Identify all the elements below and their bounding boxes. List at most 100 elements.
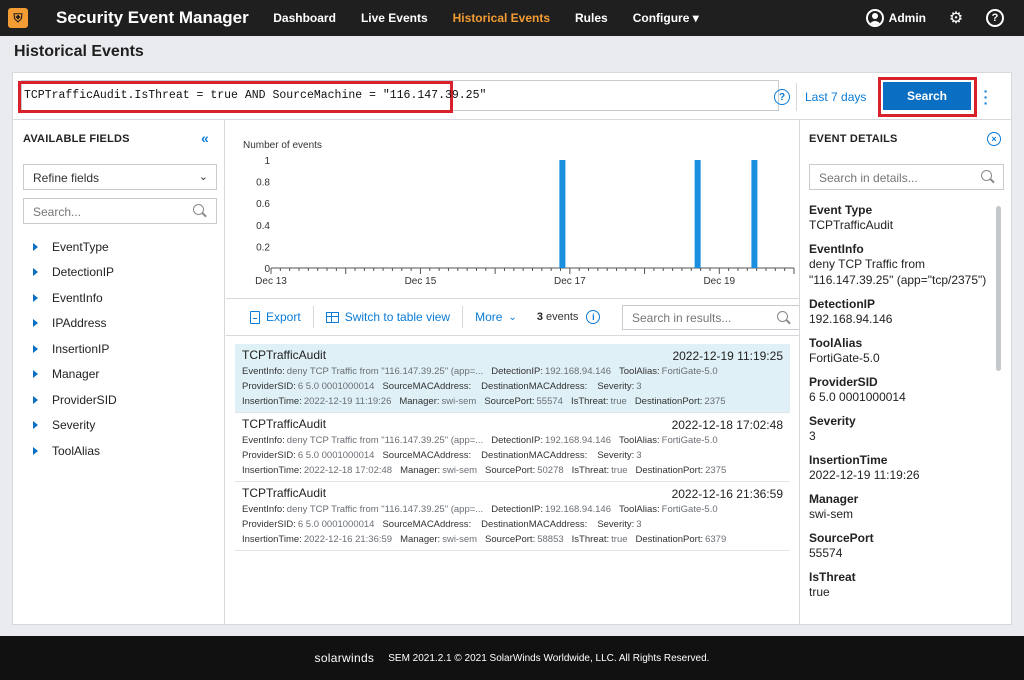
event-summary-line: ProviderSID: 6 5.0 0001000014 SourceMACAdd… (242, 519, 783, 530)
field-label: IPAddress (52, 316, 107, 331)
detail-key: Manager (809, 492, 859, 506)
page-title: Historical Events (14, 43, 144, 60)
settings-gear-icon[interactable]: ⚙ (946, 8, 966, 28)
event-field-label: InsertionTime: (242, 465, 302, 476)
details-scrollbar[interactable] (996, 206, 1001, 371)
field-item-insertionip[interactable]: InsertionIP (33, 336, 117, 362)
field-item-providersid[interactable]: ProviderSID (33, 387, 117, 413)
field-label: Severity (52, 418, 96, 433)
detail-item: Event Type TCPTrafficAudit (809, 203, 989, 233)
detail-value: 3 (809, 429, 816, 443)
event-field-value: 2022-12-19 11:19:26 (303, 396, 392, 407)
results-search-placeholder: Search in results... (632, 311, 732, 325)
copyright-text: SEM 2021.2.1 © 2021 SolarWinds Worldwide… (388, 652, 710, 664)
event-timestamp: 2022-12-16 21:36:59 (671, 487, 783, 501)
top-navigation-bar: ⛨ Security Event Manager Dashboard Live … (0, 0, 1024, 36)
event-details-heading: EVENT DETAILS (809, 133, 898, 145)
event-field-value: FortiGate-5.0 (661, 435, 718, 446)
more-options-kebab-icon[interactable]: · · · (982, 84, 990, 110)
detail-item: SourcePort 55574 (809, 531, 989, 561)
more-dropdown[interactable]: More ⌄ (475, 310, 517, 324)
export-document-icon (250, 310, 260, 324)
detail-value: true (809, 585, 830, 599)
y-tick-label: 0.8 (256, 178, 270, 189)
event-field-label: ToolAlias: (619, 435, 660, 446)
event-row[interactable]: TCPTrafficAudit 2022-12-18 17:02:48 EventI… (235, 413, 790, 482)
nav-dashboard[interactable]: Dashboard (261, 11, 349, 25)
event-timestamp: 2022-12-18 17:02:48 (671, 418, 783, 432)
event-details-list: Event Type TCPTrafficAudit EventInfo deny T… (809, 203, 989, 609)
app-logo[interactable]: ⛨ (0, 0, 36, 36)
detail-key: Severity (809, 414, 856, 428)
event-count-value: 3 (536, 311, 543, 323)
y-tick-label: 0.4 (256, 221, 270, 232)
y-tick-label: 0.2 (256, 242, 270, 253)
field-item-eventtype[interactable]: EventType (33, 234, 117, 260)
event-field-value: 3 (636, 381, 642, 392)
field-item-toolalias[interactable]: ToolAlias (33, 438, 117, 464)
detail-item: InsertionTime 2022-12-19 11:19:26 (809, 453, 989, 483)
nav-live-events[interactable]: Live Events (348, 11, 440, 25)
y-tick-label: 1 (264, 156, 270, 167)
x-tick-label: Dec 15 (405, 276, 437, 287)
detail-item: EventInfo deny TCP Traffic from "116.147.… (809, 242, 989, 288)
user-menu[interactable]: Admin (865, 9, 926, 27)
search-icon (777, 311, 791, 325)
event-summary-line: InsertionTime: 2022-12-16 21:36:59 Manager… (242, 534, 783, 545)
event-field-value: true (611, 534, 628, 545)
results-search-input[interactable]: Search in results... (622, 305, 800, 330)
query-help-icon[interactable]: ? (774, 89, 790, 105)
field-item-eventinfo[interactable]: EventInfo (33, 285, 117, 311)
event-field-value: 2022-12-18 17:02:48 (303, 465, 393, 476)
help-icon[interactable]: ? (985, 8, 1005, 28)
info-icon[interactable]: i (586, 310, 601, 324)
events-histogram[interactable]: Number of events 1 0.8 0.6 0.4 0.2 0 Dec 13 Dec… (226, 120, 799, 298)
collapse-panel-icon[interactable]: « (201, 130, 209, 146)
nav-historical-events[interactable]: Historical Events (440, 11, 562, 25)
event-field-value: swi-sem (442, 465, 478, 476)
fields-search-input[interactable]: Search... (23, 198, 217, 224)
event-summary-line: EventInfo: deny TCP Traffic from "116.147… (242, 435, 783, 446)
event-summary-line: InsertionTime: 2022-12-18 17:02:48 Manager… (242, 465, 783, 476)
field-item-detectionip[interactable]: DetectionIP (33, 260, 117, 286)
nav-rules[interactable]: Rules (563, 11, 621, 25)
detail-item: Manager swi-sem (809, 492, 989, 522)
user-avatar-icon (865, 9, 884, 27)
shield-logo-icon: ⛨ (8, 8, 28, 28)
event-row[interactable]: TCPTrafficAudit 2022-12-16 21:36:59 EventI… (235, 482, 790, 551)
detail-value: 6 5.0 0001000014 (809, 390, 906, 404)
event-field-value: FortiGate-5.0 (661, 366, 718, 377)
field-item-manager[interactable]: Manager (33, 362, 117, 388)
field-item-ipaddress[interactable]: IPAddress (33, 311, 117, 337)
detail-value: 55574 (809, 546, 843, 560)
time-range-selector[interactable]: Last 7 days (805, 90, 866, 104)
detail-key: EventInfo (809, 242, 864, 256)
export-button[interactable]: Export (250, 310, 301, 324)
chart-bar (694, 160, 701, 268)
close-details-icon[interactable]: × (987, 132, 1001, 146)
details-search-input[interactable]: Search in details... (809, 164, 1004, 190)
main-panel: AVAILABLE FIELDS « Refine fields ⌄ Searc… (12, 120, 1012, 625)
switch-to-table-view-button[interactable]: Switch to table view (325, 310, 450, 324)
event-field-label: ProviderSID: (242, 519, 296, 530)
solarwinds-logo: solarwinds (314, 651, 375, 665)
event-field-value: deny TCP Traffic from "116.147.39.25" (a… (286, 504, 484, 515)
event-field-value: 2375 (704, 396, 726, 407)
search-button[interactable]: Search (883, 82, 971, 110)
detail-value: swi-sem (809, 507, 853, 521)
details-search-placeholder: Search in details... (819, 171, 918, 185)
event-field-label: DetectionIP: (491, 366, 543, 377)
results-area: Number of events 1 0.8 0.6 0.4 0.2 0 Dec 13 Dec… (226, 120, 800, 624)
event-row[interactable]: TCPTrafficAudit 2022-12-19 11:19:25 EventI… (235, 344, 790, 413)
field-item-severity[interactable]: Severity (33, 413, 117, 439)
search-bar: TCPTrafficAudit.IsThreat = true AND Sour… (12, 72, 1012, 120)
event-field-value: deny TCP Traffic from "116.147.39.25" (a… (286, 435, 484, 446)
nav-configure[interactable]: Configure ▾ (620, 11, 711, 25)
chart-bar (751, 160, 758, 268)
refine-fields-dropdown[interactable]: Refine fields ⌄ (23, 164, 217, 190)
query-text[interactable]: TCPTrafficAudit.IsThreat = true AND Sour… (24, 89, 486, 102)
event-field-value: 192.168.94.146 (544, 435, 611, 446)
field-list: EventType DetectionIP EventInfo IPAddres… (33, 234, 117, 464)
detail-key: ProviderSID (809, 375, 878, 389)
expand-caret-icon (33, 395, 38, 404)
